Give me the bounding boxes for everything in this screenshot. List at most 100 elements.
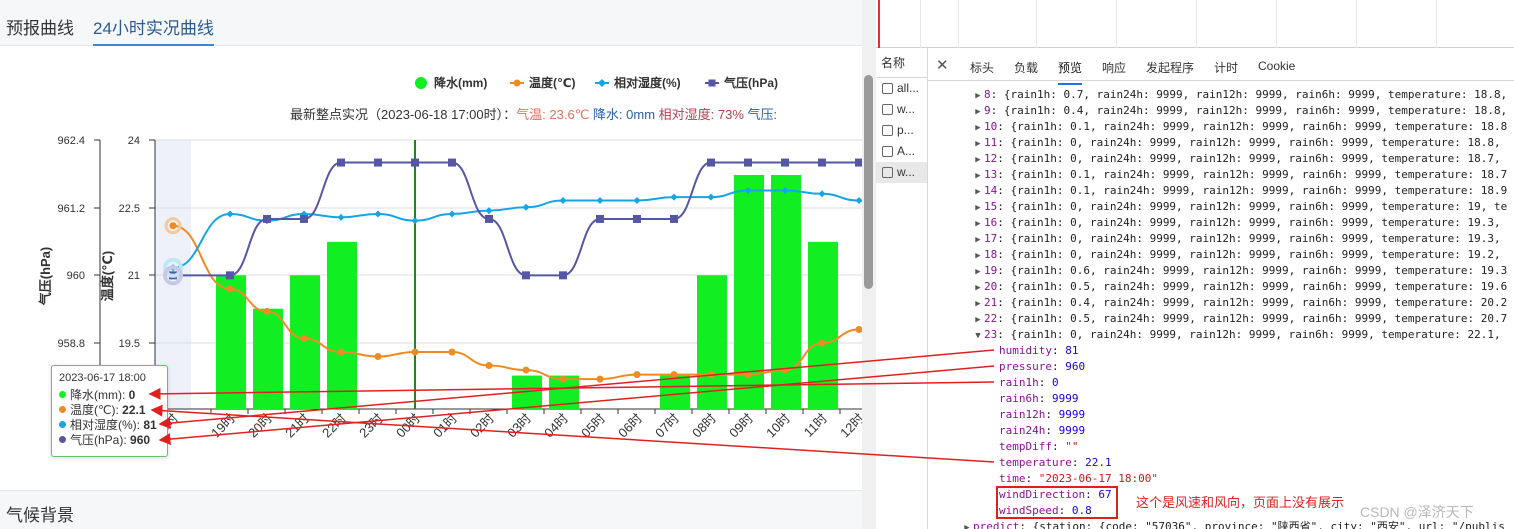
temperature-point [300, 334, 308, 342]
climate-background-section: 气候背景 [0, 490, 862, 529]
pressure-point [374, 158, 382, 167]
watermark: CSDN @泽济天下 [1360, 504, 1474, 520]
tab-payload[interactable]: 负载 [1014, 59, 1038, 76]
json-property[interactable]: humidity: 81 [999, 343, 1078, 359]
humidity-point [448, 210, 456, 218]
rain-bar [216, 275, 246, 409]
tab-forecast-curve[interactable]: 预报曲线 [6, 14, 74, 39]
x-tick-label: 07时 [652, 411, 682, 441]
devtools-panel: 名称 all... w... p... A... w... ✕ 标头 负载 预览… [876, 0, 1514, 529]
request-item[interactable]: A... [876, 141, 927, 162]
climate-background-title: 气候背景 [6, 501, 74, 529]
pressure-point [226, 271, 234, 280]
json-array-item[interactable]: ▶ 15: {rain1h: 0, rain24h: 9999, rain12h:… [972, 199, 1507, 215]
pressure-point [596, 214, 604, 223]
request-item[interactable]: all... [876, 78, 927, 99]
json-property[interactable]: rain1h: 0 [999, 375, 1059, 391]
json-property[interactable]: rain12h: 9999 [999, 407, 1085, 423]
json-array-item[interactable]: ▶ 10: {rain1h: 0.1, rain24h: 9999, rain12… [972, 119, 1507, 135]
json-property[interactable]: temperature: 22.1 [999, 455, 1112, 471]
json-preview-tree: ▶ 8: {rain1h: 0.7, rain24h: 9999, rain12h… [928, 81, 1514, 529]
humidity-dot-icon [59, 421, 66, 428]
rain-bar [808, 241, 838, 409]
json-property[interactable]: rain6h: 9999 [999, 391, 1079, 407]
humidity-point [337, 213, 345, 221]
tooltip-temp-value: 22.1 [122, 402, 146, 417]
rain-bar [771, 175, 801, 409]
tab-timing[interactable]: 计时 [1214, 59, 1238, 76]
page-scrollbar-thumb[interactable] [864, 75, 873, 289]
temperature-point [226, 285, 234, 293]
json-property[interactable]: pressure: 960 [999, 359, 1085, 375]
tab-24h-live-curve[interactable]: 24小时实况曲线 [93, 14, 214, 46]
json-array-item[interactable]: ▶ 12: {rain1h: 0, rain24h: 9999, rain12h:… [972, 151, 1500, 167]
temp-axis-title: 温度(℃) [100, 251, 115, 301]
legend-label: 温度(℃) [529, 75, 576, 90]
temperature-point [522, 366, 530, 374]
json-property[interactable]: time: "2023-06-17 18:00" [999, 471, 1158, 487]
checkbox-icon [882, 146, 893, 157]
pressure-point [337, 158, 345, 167]
json-array-item[interactable]: ▶ 11: {rain1h: 0, rain24h: 9999, rain12h:… [972, 135, 1500, 151]
request-item-label: all... [897, 81, 920, 95]
x-tick-label: 05时 [578, 411, 608, 441]
request-name-column: 名称 all... w... p... A... w... [876, 48, 928, 529]
tab-initiator[interactable]: 发起程序 [1146, 59, 1194, 76]
screenshot-root: 预报曲线 24小时实况曲线 962.4 24 961.2 22.5 960 21 958.8… [0, 0, 1514, 529]
wind-annotation-box [996, 486, 1118, 519]
json-array-item[interactable]: ▶ 9: {rain1h: 0.4, rain24h: 9999, rain12h… [972, 103, 1507, 119]
json-array-item[interactable]: ▶ 20: {rain1h: 0.5, rain24h: 9999, rain12… [972, 279, 1507, 295]
tab-headers[interactable]: 标头 [970, 59, 994, 76]
json-array-item[interactable]: ▶ 14: {rain1h: 0.1, rain24h: 9999, rain12… [972, 183, 1507, 199]
json-array-item[interactable]: ▼ 23: {rain1h: 0, rain24h: 9999, rain12h:… [972, 327, 1500, 343]
x-tick-label: 12时 [837, 411, 862, 441]
tab-cookie[interactable]: Cookie [1258, 59, 1295, 73]
json-array-item[interactable]: ▶ 18: {rain1h: 0, rain24h: 9999, rain12h:… [972, 247, 1500, 263]
humidity-point [596, 197, 604, 205]
temp-tick-label: 21 [128, 270, 140, 282]
pressure-point [670, 214, 678, 223]
json-array-item[interactable]: ▶ 19: {rain1h: 0.6, rain24h: 9999, rain12… [972, 263, 1507, 279]
x-tick-label: 20时 [245, 411, 275, 441]
x-tick-label: 08时 [689, 411, 719, 441]
json-array-item[interactable]: ▶ 21: {rain1h: 0.4, rain24h: 9999, rain12… [972, 295, 1507, 311]
request-item-label: A... [897, 144, 916, 158]
temperature-point [744, 371, 752, 379]
request-item[interactable]: p... [876, 120, 927, 141]
x-tick-label: 10时 [763, 411, 793, 441]
json-array-item[interactable]: ▶ 8: {rain1h: 0.7, rain24h: 9999, rain12h… [972, 87, 1507, 103]
latest-observation: 最新整点实况（2023-06-18 17:00时）：气温: 23.6℃ 降水: … [290, 107, 777, 122]
request-item-selected[interactable]: w... [876, 162, 927, 183]
temperature-point [263, 307, 271, 315]
tab-response[interactable]: 响应 [1102, 59, 1126, 76]
tooltip-humidity-value: 81 [143, 417, 157, 432]
json-array-item[interactable]: ▶ 22: {rain1h: 0.5, rain24h: 9999, rain12… [972, 311, 1507, 327]
temp-tick-label: 24 [128, 135, 140, 147]
tooltip-rain-value: 0 [128, 387, 136, 402]
humidity-point [411, 217, 419, 225]
tooltip-pressure-label: 气压(hPa): [70, 433, 127, 447]
pressure-point [744, 158, 752, 167]
request-item-label: w... [897, 102, 916, 116]
pressure-tick-label: 962.4 [57, 135, 85, 147]
json-property[interactable]: tempDiff: "" [999, 439, 1078, 455]
pressure-tick-label: 958.8 [57, 338, 85, 350]
json-array-item[interactable]: ▶ 17: {rain1h: 0, rain24h: 9999, rain12h:… [972, 231, 1500, 247]
x-tick-label: 06时 [615, 411, 645, 441]
rain-bar [327, 241, 357, 409]
temperature-point [559, 375, 567, 383]
json-array-item[interactable]: ▶ 13: {rain1h: 0.1, rain24h: 9999, rain12… [972, 167, 1507, 183]
pressure-axis-title: 气压(hPa) [38, 247, 53, 306]
pressure-tick-label: 961.2 [57, 203, 85, 215]
humidity-point [374, 210, 382, 218]
close-icon[interactable]: ✕ [936, 56, 949, 74]
humidity-point [559, 197, 567, 205]
request-item[interactable]: w... [876, 99, 927, 120]
temperature-point [485, 362, 493, 370]
json-property[interactable]: rain24h: 9999 [999, 423, 1085, 439]
temperature-point [781, 366, 789, 374]
json-array-item[interactable]: ▶ 16: {rain1h: 0, rain24h: 9999, rain12h:… [972, 215, 1500, 231]
pressure-point [855, 158, 862, 167]
x-tick-label: 04时 [541, 411, 571, 441]
temperature-point [374, 353, 382, 361]
